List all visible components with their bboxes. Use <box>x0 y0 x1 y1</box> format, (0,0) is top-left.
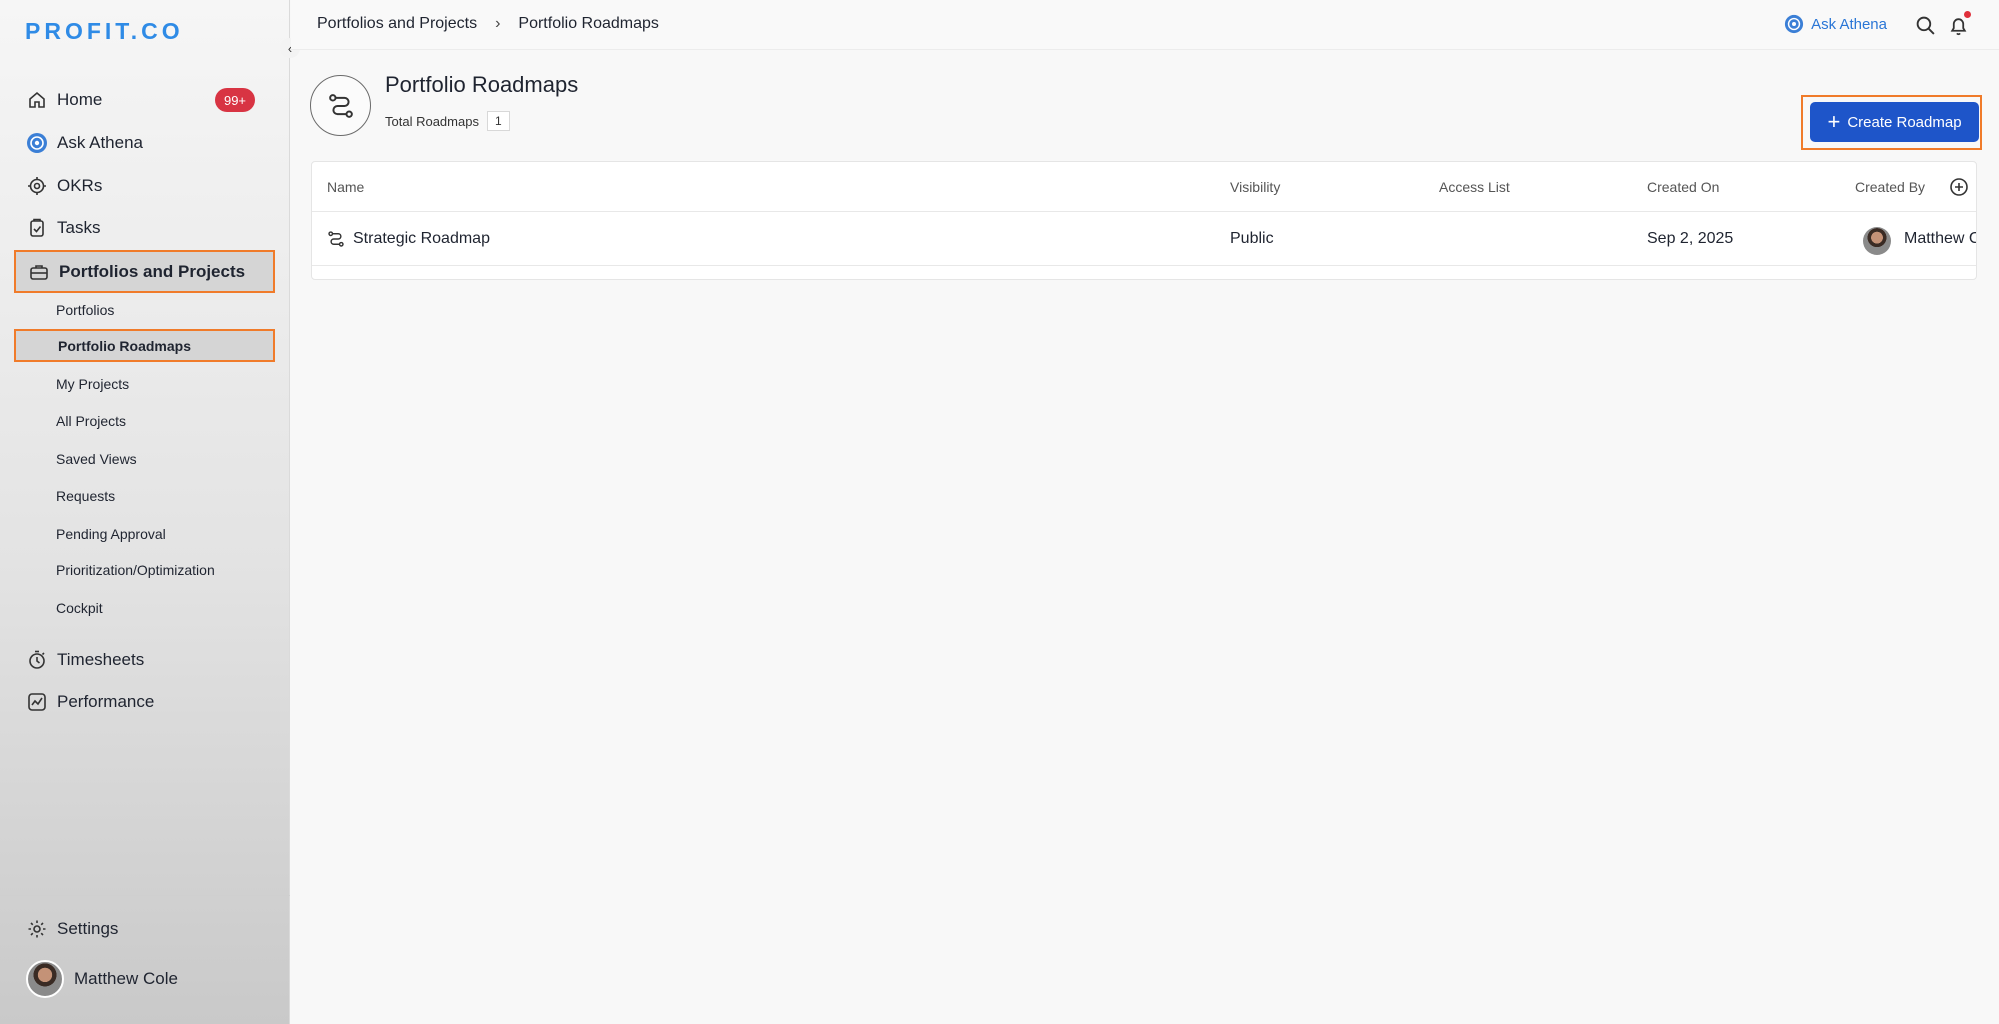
home-icon <box>26 89 48 111</box>
sidebar-subitem-my-projects[interactable]: My Projects <box>14 367 275 400</box>
roadmap-icon <box>327 230 345 253</box>
briefcase-icon <box>28 261 50 283</box>
breadcrumb-separator: › <box>495 15 501 32</box>
create-roadmap-highlight: + Create Roadmap <box>1801 95 1982 150</box>
sidebar-item-tasks[interactable]: Tasks <box>14 208 275 248</box>
sidebar-subitem-requests[interactable]: Requests <box>14 479 275 512</box>
sidebar-item-timesheets[interactable]: Timesheets <box>14 640 275 680</box>
roadmaps-table: Name Visibility Access List Created On C… <box>311 161 1977 280</box>
user-profile[interactable]: Matthew Cole <box>26 960 178 998</box>
ask-athena-button[interactable]: Ask Athena <box>1784 14 1887 34</box>
create-roadmap-button[interactable]: + Create Roadmap <box>1810 102 1979 142</box>
sidebar-item-okrs[interactable]: OKRs <box>14 166 275 206</box>
sidebar-item-ask-athena[interactable]: Ask Athena <box>14 123 275 163</box>
roadmap-created-on: Sep 2, 2025 <box>1647 230 1734 247</box>
ask-athena-label: Ask Athena <box>1811 15 1887 33</box>
athena-icon <box>1784 14 1804 34</box>
column-header-visibility[interactable]: Visibility <box>1230 179 1280 195</box>
clipboard-check-icon <box>26 217 48 239</box>
plus-icon: + <box>1827 109 1841 134</box>
stopwatch-icon <box>26 649 48 671</box>
sidebar-subitem-all-projects[interactable]: All Projects <box>14 404 275 437</box>
column-header-name[interactable]: Name <box>327 179 364 195</box>
athena-icon <box>26 132 48 154</box>
sidebar-subitem-cockpit[interactable]: Cockpit <box>14 591 275 624</box>
page-title: Portfolio Roadmaps <box>385 72 579 97</box>
sidebar: PROFIT.CO ‹ Home 99+ Ask Athena OKRs Tas… <box>0 0 300 1024</box>
sidebar-item-settings[interactable]: Settings <box>14 909 275 949</box>
sidebar-item-label: Timesheets <box>57 650 145 669</box>
sidebar-item-label: Portfolios and Projects <box>59 261 246 281</box>
add-column-icon[interactable] <box>1949 177 1969 197</box>
search-icon[interactable] <box>1915 15 1936 41</box>
breadcrumb-portfolios-and-projects[interactable]: Portfolios and Projects <box>317 15 477 33</box>
notification-count-badge: 99+ <box>215 88 255 112</box>
sidebar-divider <box>0 895 290 896</box>
top-bar: Portfolios and Projects › Portfolio Road… <box>291 0 1999 50</box>
table-header: Name Visibility Access List Created On C… <box>312 162 1976 212</box>
column-header-access-list[interactable]: Access List <box>1439 179 1510 195</box>
roadmap-created-by: Matthew C <box>1904 230 1977 247</box>
sidebar-item-portfolios-and-projects[interactable]: Portfolios and Projects <box>14 250 275 293</box>
column-header-created-on[interactable]: Created On <box>1647 179 1719 195</box>
profit-co-logo[interactable]: PROFIT.CO <box>25 18 184 45</box>
target-icon <box>26 175 48 197</box>
sidebar-item-label: Settings <box>57 919 119 938</box>
roadmap-header-icon <box>310 75 371 136</box>
create-roadmap-label: Create Roadmap <box>1847 113 1962 131</box>
sidebar-subitem-prioritization-optimization[interactable]: Prioritization/Optimization <box>14 553 275 586</box>
notification-dot <box>1964 11 1971 18</box>
sidebar-subitem-portfolios[interactable]: Portfolios <box>14 293 275 326</box>
bell-icon[interactable] <box>1948 15 1969 41</box>
sidebar-item-label: Home <box>57 90 103 109</box>
sidebar-item-label: OKRs <box>57 176 103 195</box>
column-header-created-by[interactable]: Created By <box>1855 179 1925 195</box>
breadcrumb: Portfolios and Projects › Portfolio Road… <box>317 15 659 33</box>
chart-line-icon <box>26 691 48 713</box>
roadmap-name-link[interactable]: Strategic Roadmap <box>353 230 490 248</box>
avatar <box>26 960 64 998</box>
user-name: Matthew Cole <box>74 969 178 988</box>
total-roadmaps-count: 1 <box>486 111 510 131</box>
sidebar-item-label: Tasks <box>57 218 101 237</box>
sidebar-item-label: Ask Athena <box>57 133 144 152</box>
sidebar-subitem-portfolio-roadmaps[interactable]: Portfolio Roadmaps <box>14 329 275 362</box>
sidebar-subitem-saved-views[interactable]: Saved Views <box>14 442 275 475</box>
table-row[interactable]: Strategic Roadmap Public Sep 2, 2025 Mat… <box>312 212 1976 266</box>
total-roadmaps-label: Total Roadmaps <box>385 113 479 129</box>
roadmap-visibility: Public <box>1230 230 1274 247</box>
sidebar-item-performance[interactable]: Performance <box>14 682 275 722</box>
breadcrumb-portfolio-roadmaps: Portfolio Roadmaps <box>518 15 659 32</box>
avatar <box>1863 227 1891 255</box>
sidebar-item-label: Performance <box>57 692 155 711</box>
gear-icon <box>26 918 48 940</box>
total-roadmaps: Total Roadmaps 1 <box>385 111 510 131</box>
sidebar-item-home[interactable]: Home 99+ <box>14 80 275 120</box>
sidebar-subitem-pending-approval[interactable]: Pending Approval <box>14 517 275 550</box>
